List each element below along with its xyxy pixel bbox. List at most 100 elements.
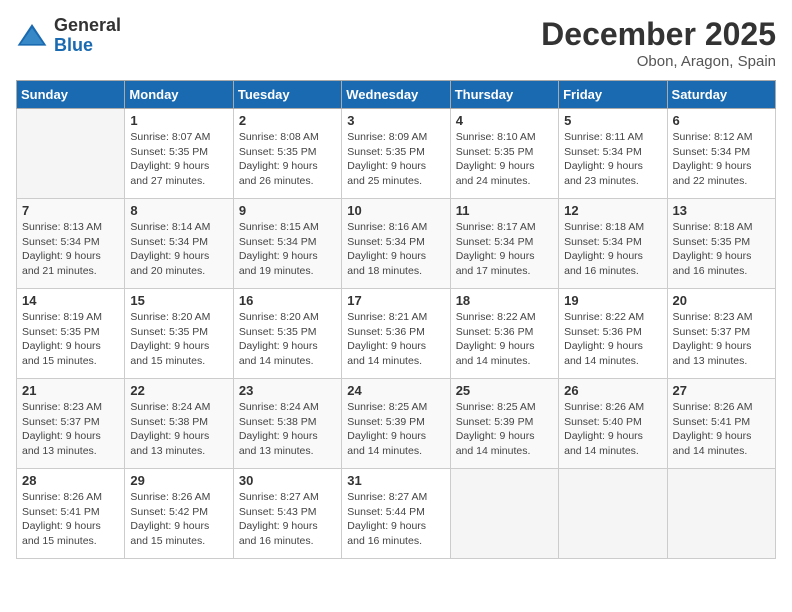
day-info: Sunrise: 8:15 AMSunset: 5:34 PMDaylight:…	[239, 220, 336, 279]
day-info: Sunrise: 8:20 AMSunset: 5:35 PMDaylight:…	[239, 310, 336, 369]
week-row-3: 14 Sunrise: 8:19 AMSunset: 5:35 PMDaylig…	[17, 289, 776, 379]
day-info: Sunrise: 8:26 AMSunset: 5:42 PMDaylight:…	[130, 490, 227, 549]
column-header-tuesday: Tuesday	[233, 81, 341, 109]
calendar-cell: 8 Sunrise: 8:14 AMSunset: 5:34 PMDayligh…	[125, 199, 233, 289]
day-info: Sunrise: 8:26 AMSunset: 5:41 PMDaylight:…	[22, 490, 119, 549]
calendar-cell: 25 Sunrise: 8:25 AMSunset: 5:39 PMDaylig…	[450, 379, 558, 469]
page-header: General Blue December 2025 Obon, Aragon,…	[16, 16, 776, 70]
day-number: 19	[564, 293, 661, 308]
calendar-cell: 23 Sunrise: 8:24 AMSunset: 5:38 PMDaylig…	[233, 379, 341, 469]
calendar-cell: 2 Sunrise: 8:08 AMSunset: 5:35 PMDayligh…	[233, 109, 341, 199]
calendar-cell: 4 Sunrise: 8:10 AMSunset: 5:35 PMDayligh…	[450, 109, 558, 199]
calendar-cell: 21 Sunrise: 8:23 AMSunset: 5:37 PMDaylig…	[17, 379, 125, 469]
day-number: 27	[673, 383, 770, 398]
column-header-wednesday: Wednesday	[342, 81, 450, 109]
day-info: Sunrise: 8:20 AMSunset: 5:35 PMDaylight:…	[130, 310, 227, 369]
day-number: 7	[22, 203, 119, 218]
day-number: 21	[22, 383, 119, 398]
day-number: 18	[456, 293, 553, 308]
calendar-cell: 3 Sunrise: 8:09 AMSunset: 5:35 PMDayligh…	[342, 109, 450, 199]
day-info: Sunrise: 8:16 AMSunset: 5:34 PMDaylight:…	[347, 220, 444, 279]
calendar-cell: 20 Sunrise: 8:23 AMSunset: 5:37 PMDaylig…	[667, 289, 775, 379]
day-number: 5	[564, 113, 661, 128]
day-number: 30	[239, 473, 336, 488]
logo-general: General	[54, 15, 121, 35]
day-info: Sunrise: 8:26 AMSunset: 5:40 PMDaylight:…	[564, 400, 661, 459]
column-header-sunday: Sunday	[17, 81, 125, 109]
calendar-cell: 26 Sunrise: 8:26 AMSunset: 5:40 PMDaylig…	[559, 379, 667, 469]
calendar-cell: 12 Sunrise: 8:18 AMSunset: 5:34 PMDaylig…	[559, 199, 667, 289]
calendar-cell	[559, 469, 667, 559]
calendar-cell: 13 Sunrise: 8:18 AMSunset: 5:35 PMDaylig…	[667, 199, 775, 289]
day-number: 10	[347, 203, 444, 218]
month-title: December 2025	[541, 16, 776, 53]
calendar-cell: 31 Sunrise: 8:27 AMSunset: 5:44 PMDaylig…	[342, 469, 450, 559]
day-info: Sunrise: 8:13 AMSunset: 5:34 PMDaylight:…	[22, 220, 119, 279]
calendar-cell: 29 Sunrise: 8:26 AMSunset: 5:42 PMDaylig…	[125, 469, 233, 559]
week-row-4: 21 Sunrise: 8:23 AMSunset: 5:37 PMDaylig…	[17, 379, 776, 469]
day-number: 15	[130, 293, 227, 308]
day-info: Sunrise: 8:12 AMSunset: 5:34 PMDaylight:…	[673, 130, 770, 189]
calendar-cell: 14 Sunrise: 8:19 AMSunset: 5:35 PMDaylig…	[17, 289, 125, 379]
day-info: Sunrise: 8:14 AMSunset: 5:34 PMDaylight:…	[130, 220, 227, 279]
day-info: Sunrise: 8:11 AMSunset: 5:34 PMDaylight:…	[564, 130, 661, 189]
calendar-cell: 27 Sunrise: 8:26 AMSunset: 5:41 PMDaylig…	[667, 379, 775, 469]
day-info: Sunrise: 8:22 AMSunset: 5:36 PMDaylight:…	[456, 310, 553, 369]
day-info: Sunrise: 8:25 AMSunset: 5:39 PMDaylight:…	[456, 400, 553, 459]
day-info: Sunrise: 8:22 AMSunset: 5:36 PMDaylight:…	[564, 310, 661, 369]
calendar-cell: 11 Sunrise: 8:17 AMSunset: 5:34 PMDaylig…	[450, 199, 558, 289]
day-number: 29	[130, 473, 227, 488]
calendar-cell: 1 Sunrise: 8:07 AMSunset: 5:35 PMDayligh…	[125, 109, 233, 199]
calendar-cell: 10 Sunrise: 8:16 AMSunset: 5:34 PMDaylig…	[342, 199, 450, 289]
column-header-monday: Monday	[125, 81, 233, 109]
day-info: Sunrise: 8:19 AMSunset: 5:35 PMDaylight:…	[22, 310, 119, 369]
day-info: Sunrise: 8:24 AMSunset: 5:38 PMDaylight:…	[239, 400, 336, 459]
calendar-cell: 30 Sunrise: 8:27 AMSunset: 5:43 PMDaylig…	[233, 469, 341, 559]
day-number: 9	[239, 203, 336, 218]
day-number: 4	[456, 113, 553, 128]
day-info: Sunrise: 8:23 AMSunset: 5:37 PMDaylight:…	[22, 400, 119, 459]
calendar-cell	[450, 469, 558, 559]
day-number: 31	[347, 473, 444, 488]
calendar-cell: 15 Sunrise: 8:20 AMSunset: 5:35 PMDaylig…	[125, 289, 233, 379]
day-info: Sunrise: 8:07 AMSunset: 5:35 PMDaylight:…	[130, 130, 227, 189]
week-row-1: 1 Sunrise: 8:07 AMSunset: 5:35 PMDayligh…	[17, 109, 776, 199]
calendar-cell: 18 Sunrise: 8:22 AMSunset: 5:36 PMDaylig…	[450, 289, 558, 379]
day-info: Sunrise: 8:21 AMSunset: 5:36 PMDaylight:…	[347, 310, 444, 369]
calendar-cell: 17 Sunrise: 8:21 AMSunset: 5:36 PMDaylig…	[342, 289, 450, 379]
calendar-cell: 24 Sunrise: 8:25 AMSunset: 5:39 PMDaylig…	[342, 379, 450, 469]
calendar-cell	[667, 469, 775, 559]
column-header-saturday: Saturday	[667, 81, 775, 109]
location: Obon, Aragon, Spain	[541, 53, 776, 70]
day-number: 13	[673, 203, 770, 218]
column-header-thursday: Thursday	[450, 81, 558, 109]
day-info: Sunrise: 8:24 AMSunset: 5:38 PMDaylight:…	[130, 400, 227, 459]
day-info: Sunrise: 8:09 AMSunset: 5:35 PMDaylight:…	[347, 130, 444, 189]
day-number: 22	[130, 383, 227, 398]
day-number: 26	[564, 383, 661, 398]
week-row-2: 7 Sunrise: 8:13 AMSunset: 5:34 PMDayligh…	[17, 199, 776, 289]
day-info: Sunrise: 8:18 AMSunset: 5:34 PMDaylight:…	[564, 220, 661, 279]
calendar-cell: 5 Sunrise: 8:11 AMSunset: 5:34 PMDayligh…	[559, 109, 667, 199]
logo: General Blue	[16, 16, 121, 56]
day-number: 12	[564, 203, 661, 218]
day-info: Sunrise: 8:27 AMSunset: 5:43 PMDaylight:…	[239, 490, 336, 549]
column-header-friday: Friday	[559, 81, 667, 109]
day-number: 25	[456, 383, 553, 398]
calendar-cell	[17, 109, 125, 199]
calendar-cell: 6 Sunrise: 8:12 AMSunset: 5:34 PMDayligh…	[667, 109, 775, 199]
calendar-cell: 9 Sunrise: 8:15 AMSunset: 5:34 PMDayligh…	[233, 199, 341, 289]
calendar-cell: 19 Sunrise: 8:22 AMSunset: 5:36 PMDaylig…	[559, 289, 667, 379]
day-info: Sunrise: 8:08 AMSunset: 5:35 PMDaylight:…	[239, 130, 336, 189]
calendar-cell: 28 Sunrise: 8:26 AMSunset: 5:41 PMDaylig…	[17, 469, 125, 559]
day-number: 1	[130, 113, 227, 128]
day-info: Sunrise: 8:27 AMSunset: 5:44 PMDaylight:…	[347, 490, 444, 549]
day-info: Sunrise: 8:26 AMSunset: 5:41 PMDaylight:…	[673, 400, 770, 459]
day-info: Sunrise: 8:18 AMSunset: 5:35 PMDaylight:…	[673, 220, 770, 279]
day-number: 8	[130, 203, 227, 218]
day-info: Sunrise: 8:17 AMSunset: 5:34 PMDaylight:…	[456, 220, 553, 279]
logo-text: General Blue	[54, 16, 121, 56]
logo-blue: Blue	[54, 35, 93, 55]
day-info: Sunrise: 8:25 AMSunset: 5:39 PMDaylight:…	[347, 400, 444, 459]
title-section: December 2025 Obon, Aragon, Spain	[541, 16, 776, 70]
